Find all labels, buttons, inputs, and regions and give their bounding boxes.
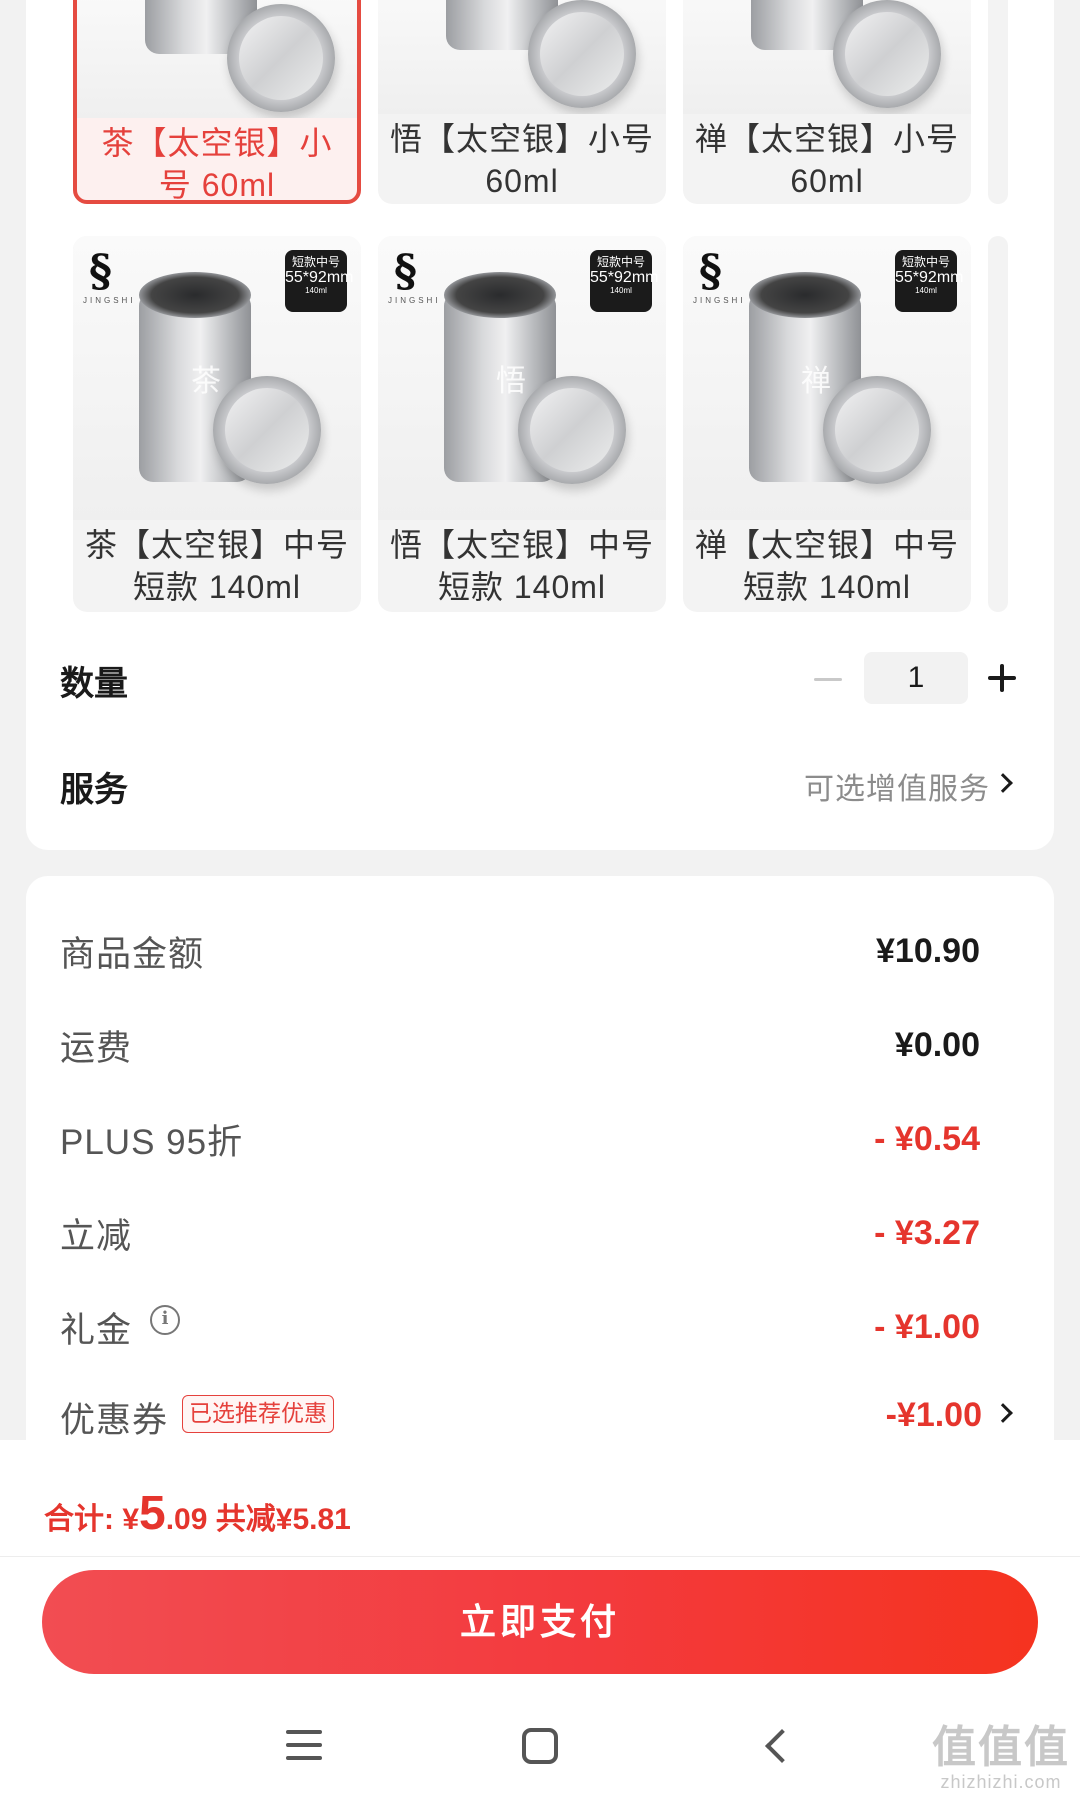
- brand-logo: §: [394, 246, 418, 297]
- can-lid-illustration: [213, 376, 321, 484]
- total-saved: 共减¥5.81: [207, 1503, 351, 1536]
- total-prefix: 合计: ¥: [44, 1503, 140, 1536]
- variant-wu-small[interactable]: 悟【太空银】小号 60ml: [378, 0, 666, 204]
- can-opening: [444, 272, 556, 318]
- home-icon[interactable]: [522, 1728, 558, 1764]
- variant-label: 悟【太空银】小号 60ml: [389, 121, 654, 199]
- variant-cha-medium-short[interactable]: § JINGSHI 短款中号 55*92mm 140ml 茶 茶【太空银】中号短…: [73, 236, 361, 612]
- goods-amount-value: ¥10.90: [876, 932, 980, 970]
- instant-discount-value: - ¥3.27: [874, 1214, 980, 1252]
- size-badge: 短款中号 55*92mm 140ml: [590, 250, 658, 312]
- size-badge: 短款中号 55*92mm 140ml: [285, 250, 353, 312]
- variant-label: 茶【太空银】小号 60ml: [101, 125, 333, 203]
- variant-label: 禅【太空银】小号 60ml: [694, 121, 959, 199]
- brand-name: JINGSHI: [693, 296, 746, 305]
- total-integer: 5: [139, 1487, 166, 1540]
- can-glyph: 悟: [496, 364, 526, 399]
- variant-image: § JINGSHI 短款中号 55*92mm 140ml 悟: [378, 236, 666, 520]
- brand-logo: §: [89, 246, 113, 297]
- total-decimal: .09: [165, 1503, 208, 1536]
- recent-apps-icon[interactable]: [286, 1730, 322, 1760]
- coupon-value[interactable]: -¥1.00: [886, 1396, 982, 1435]
- gift-money-value: - ¥1.00: [874, 1308, 980, 1346]
- can-lid-illustration: [518, 376, 626, 484]
- can-lid-illustration: [227, 4, 335, 112]
- can-opening: [749, 272, 861, 318]
- can-lid-illustration: [833, 0, 941, 108]
- variant-image: [683, 0, 971, 114]
- quantity-input[interactable]: 1: [864, 652, 968, 704]
- can-lid-illustration: [823, 376, 931, 484]
- coupon-label: 优惠券: [60, 1401, 169, 1440]
- divider: [0, 1556, 1080, 1557]
- brand-name: JINGSHI: [388, 296, 441, 305]
- shipping-value: ¥0.00: [894, 1026, 980, 1064]
- variant-cha-small[interactable]: 茶【太空银】小号 60ml: [73, 0, 361, 204]
- can-glyph: 茶: [191, 364, 221, 399]
- brand-name: JINGSHI: [83, 296, 136, 305]
- size-badge: 短款中号 55*92mm 140ml: [895, 250, 963, 312]
- instant-discount-label: 立减: [60, 1217, 133, 1256]
- can-opening: [139, 272, 251, 318]
- shipping-label: 运费: [60, 1029, 133, 1068]
- can-glyph: 禅: [801, 364, 831, 399]
- variant-next-peek[interactable]: [988, 0, 1008, 204]
- quantity-label: 数量: [60, 665, 128, 703]
- quantity-increase-button[interactable]: [986, 662, 1018, 694]
- variant-next-peek[interactable]: [988, 236, 1008, 612]
- variant-image: [378, 0, 666, 114]
- order-total: 合计: ¥5.09 共减¥5.81: [44, 1486, 351, 1541]
- variant-chan-medium-short[interactable]: § JINGSHI 短款中号 55*92mm 140ml 禅 禅【太空银】中号短…: [683, 236, 971, 612]
- pay-now-button[interactable]: 立即支付: [42, 1570, 1038, 1674]
- variant-image: [77, 0, 357, 118]
- service-option-link[interactable]: 可选增值服务: [804, 764, 990, 808]
- plus-discount-label: PLUS 95折: [60, 1123, 244, 1162]
- info-icon[interactable]: i: [150, 1305, 180, 1335]
- variant-label: 悟【太空银】中号短款 140ml: [389, 527, 654, 605]
- watermark: 值值值 zhizhizhi.com: [932, 1723, 1070, 1793]
- goods-amount-label: 商品金额: [60, 935, 205, 974]
- quantity-decrease-button[interactable]: [812, 662, 846, 696]
- variant-image: § JINGSHI 短款中号 55*92mm 140ml 茶: [73, 236, 361, 520]
- gift-money-label: 礼金: [60, 1311, 133, 1350]
- can-lid-illustration: [528, 0, 636, 108]
- coupon-recommend-tag: 已选推荐优惠: [182, 1395, 334, 1433]
- plus-discount-value: - ¥0.54: [874, 1120, 980, 1158]
- variant-label: 禅【太空银】中号短款 140ml: [694, 527, 959, 605]
- variant-image: § JINGSHI 短款中号 55*92mm 140ml 禅: [683, 236, 971, 520]
- variant-wu-medium-short[interactable]: § JINGSHI 短款中号 55*92mm 140ml 悟 悟【太空银】中号短…: [378, 236, 666, 612]
- brand-logo: §: [699, 246, 723, 297]
- variant-label: 茶【太空银】中号短款 140ml: [84, 527, 349, 605]
- variant-chan-small[interactable]: 禅【太空银】小号 60ml: [683, 0, 971, 204]
- service-label: 服务: [60, 771, 128, 809]
